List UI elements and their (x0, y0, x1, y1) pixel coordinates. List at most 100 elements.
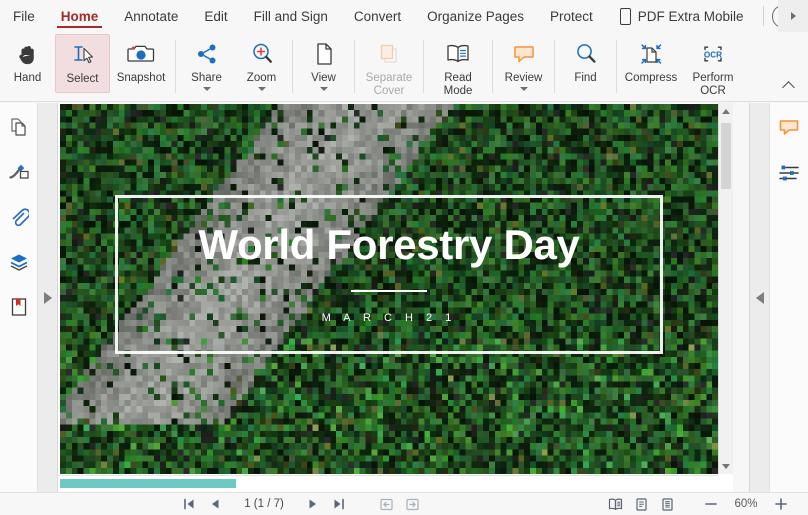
hand-icon (15, 38, 41, 70)
ribbon-divider-4 (423, 40, 424, 93)
ribbon-divider-2 (292, 40, 293, 93)
view-label: View (311, 72, 336, 85)
vertical-scrollbar[interactable] (718, 103, 733, 474)
left-sidebar (0, 103, 38, 492)
zoom-group: 60% (698, 494, 794, 515)
menu-item-home[interactable]: Home (48, 0, 112, 32)
separate-cover-button: Separate Cover (358, 32, 420, 101)
menu-item-edit[interactable]: Edit (191, 0, 240, 32)
ribbon-divider-5 (492, 40, 493, 93)
chevron-down-icon-4[interactable] (520, 87, 528, 91)
zoom-button[interactable]: Zoom (234, 32, 289, 101)
zoom-out-button[interactable] (698, 494, 724, 515)
menu-item-file[interactable]: File (0, 0, 48, 32)
collapse-right-panel-button[interactable] (749, 103, 769, 492)
page-icon (312, 38, 336, 70)
document-viewport[interactable]: World Forestry Day M A R C H 2 1 (58, 103, 733, 492)
single-page-view-button[interactable] (628, 494, 654, 515)
zoom-in-button[interactable] (768, 494, 794, 515)
menu-item-fill-and-sign[interactable]: Fill and Sign (241, 0, 341, 32)
compress-icon (637, 38, 665, 70)
zoom-level-label[interactable]: 60% (724, 498, 768, 510)
layers-icon[interactable] (6, 250, 32, 274)
previous-page-button[interactable] (202, 494, 228, 515)
pdf-page[interactable]: World Forestry Day M A R C H 2 1 (60, 104, 718, 474)
menu-overflow-button[interactable] (778, 0, 808, 32)
review-button[interactable]: Review (496, 32, 551, 101)
chevron-down-icon[interactable] (203, 87, 211, 91)
snapshot-button[interactable]: Snapshot (110, 32, 172, 101)
menu-item-organize-pages[interactable]: Organize Pages (414, 0, 537, 32)
compress-button[interactable]: Compress (620, 32, 682, 101)
signature-stamp-icon[interactable] (6, 160, 32, 184)
expand-left-panel-button[interactable] (38, 103, 58, 492)
chevron-down-icon-2[interactable] (258, 87, 266, 91)
view-button[interactable]: View (296, 32, 351, 101)
vertical-scroll-thumb[interactable] (721, 123, 731, 189)
share-button[interactable]: Share (179, 32, 234, 101)
title-divider (351, 290, 427, 292)
select-cursor-icon (69, 39, 97, 71)
menu-item-convert[interactable]: Convert (341, 0, 414, 32)
share-label: Share (191, 72, 222, 85)
ribbon-divider-7 (616, 40, 617, 93)
phone-icon (620, 8, 631, 25)
right-sidebar (769, 103, 808, 492)
ribbon-divider-1 (175, 40, 176, 93)
previous-view-button[interactable] (374, 494, 400, 515)
hand-tool-button[interactable]: Hand (0, 32, 55, 101)
page-navigation-group: 1 (1 / 7) (176, 494, 352, 515)
separate-cover-icon (375, 38, 403, 70)
page-indicator[interactable]: 1 (1 / 7) (228, 498, 300, 510)
ribbon-collapse-button[interactable] (776, 75, 800, 95)
scroll-down-button[interactable] (719, 458, 733, 474)
chevron-down-icon-3[interactable] (320, 87, 328, 91)
comment-icon (511, 38, 537, 70)
read-mode-button[interactable]: Read Mode (427, 32, 489, 101)
menu-bar: File Home Annotate Edit Fill and Sign Co… (0, 0, 808, 32)
zoom-in-icon (248, 38, 275, 70)
attachment-paperclip-icon[interactable] (6, 205, 32, 229)
find-label: Find (574, 72, 596, 85)
select-tool-label: Select (67, 73, 99, 86)
scroll-up-button[interactable] (719, 103, 733, 119)
separate-cover-label: Separate Cover (366, 72, 413, 97)
ribbon-divider-3 (354, 40, 355, 93)
ribbon-toolbar: Hand Select Snapshot (0, 32, 808, 102)
ribbon-divider-6 (554, 40, 555, 93)
perform-ocr-label: Perform OCR (693, 72, 734, 97)
menu-divider (763, 6, 764, 26)
comment-bubble-icon[interactable] (776, 116, 802, 140)
pages-thumbnails-icon[interactable] (6, 115, 32, 139)
perform-ocr-button[interactable]: OCR Perform OCR (682, 32, 744, 101)
pdf-extra-mobile-button[interactable]: PDF Extra Mobile (606, 8, 754, 25)
ocr-icon: OCR (698, 38, 728, 70)
read-mode-label: Read Mode (444, 72, 473, 97)
book-icon (443, 38, 473, 70)
title-frame: World Forestry Day M A R C H 2 1 (115, 195, 664, 354)
two-page-view-button[interactable] (602, 494, 628, 515)
compress-label: Compress (625, 72, 677, 85)
collapse-right-panel-icon (756, 292, 764, 304)
menu-item-annotate[interactable]: Annotate (111, 0, 191, 32)
chevron-right-icon (791, 12, 796, 20)
horizontal-scrollbar[interactable] (58, 475, 718, 492)
first-page-button[interactable] (176, 494, 202, 515)
menu-item-protect[interactable]: Protect (537, 0, 606, 32)
svg-text:OCR: OCR (704, 51, 722, 60)
pdf-extra-mobile-label: PDF Extra Mobile (638, 9, 744, 24)
properties-sliders-icon[interactable] (776, 161, 802, 185)
bookmark-icon[interactable] (6, 295, 32, 319)
select-tool-button[interactable]: Select (55, 34, 110, 93)
last-page-button[interactable] (326, 494, 352, 515)
page-title: World Forestry Day (198, 224, 579, 266)
expand-left-panel-icon (44, 292, 52, 304)
next-page-button[interactable] (300, 494, 326, 515)
find-button[interactable]: Find (558, 32, 613, 101)
review-label: Review (505, 72, 543, 85)
next-view-button[interactable] (400, 494, 426, 515)
horizontal-scroll-thumb[interactable] (60, 479, 236, 488)
view-history-group (374, 494, 426, 515)
chevron-up-icon (782, 81, 795, 94)
continuous-scroll-button[interactable] (654, 494, 680, 515)
